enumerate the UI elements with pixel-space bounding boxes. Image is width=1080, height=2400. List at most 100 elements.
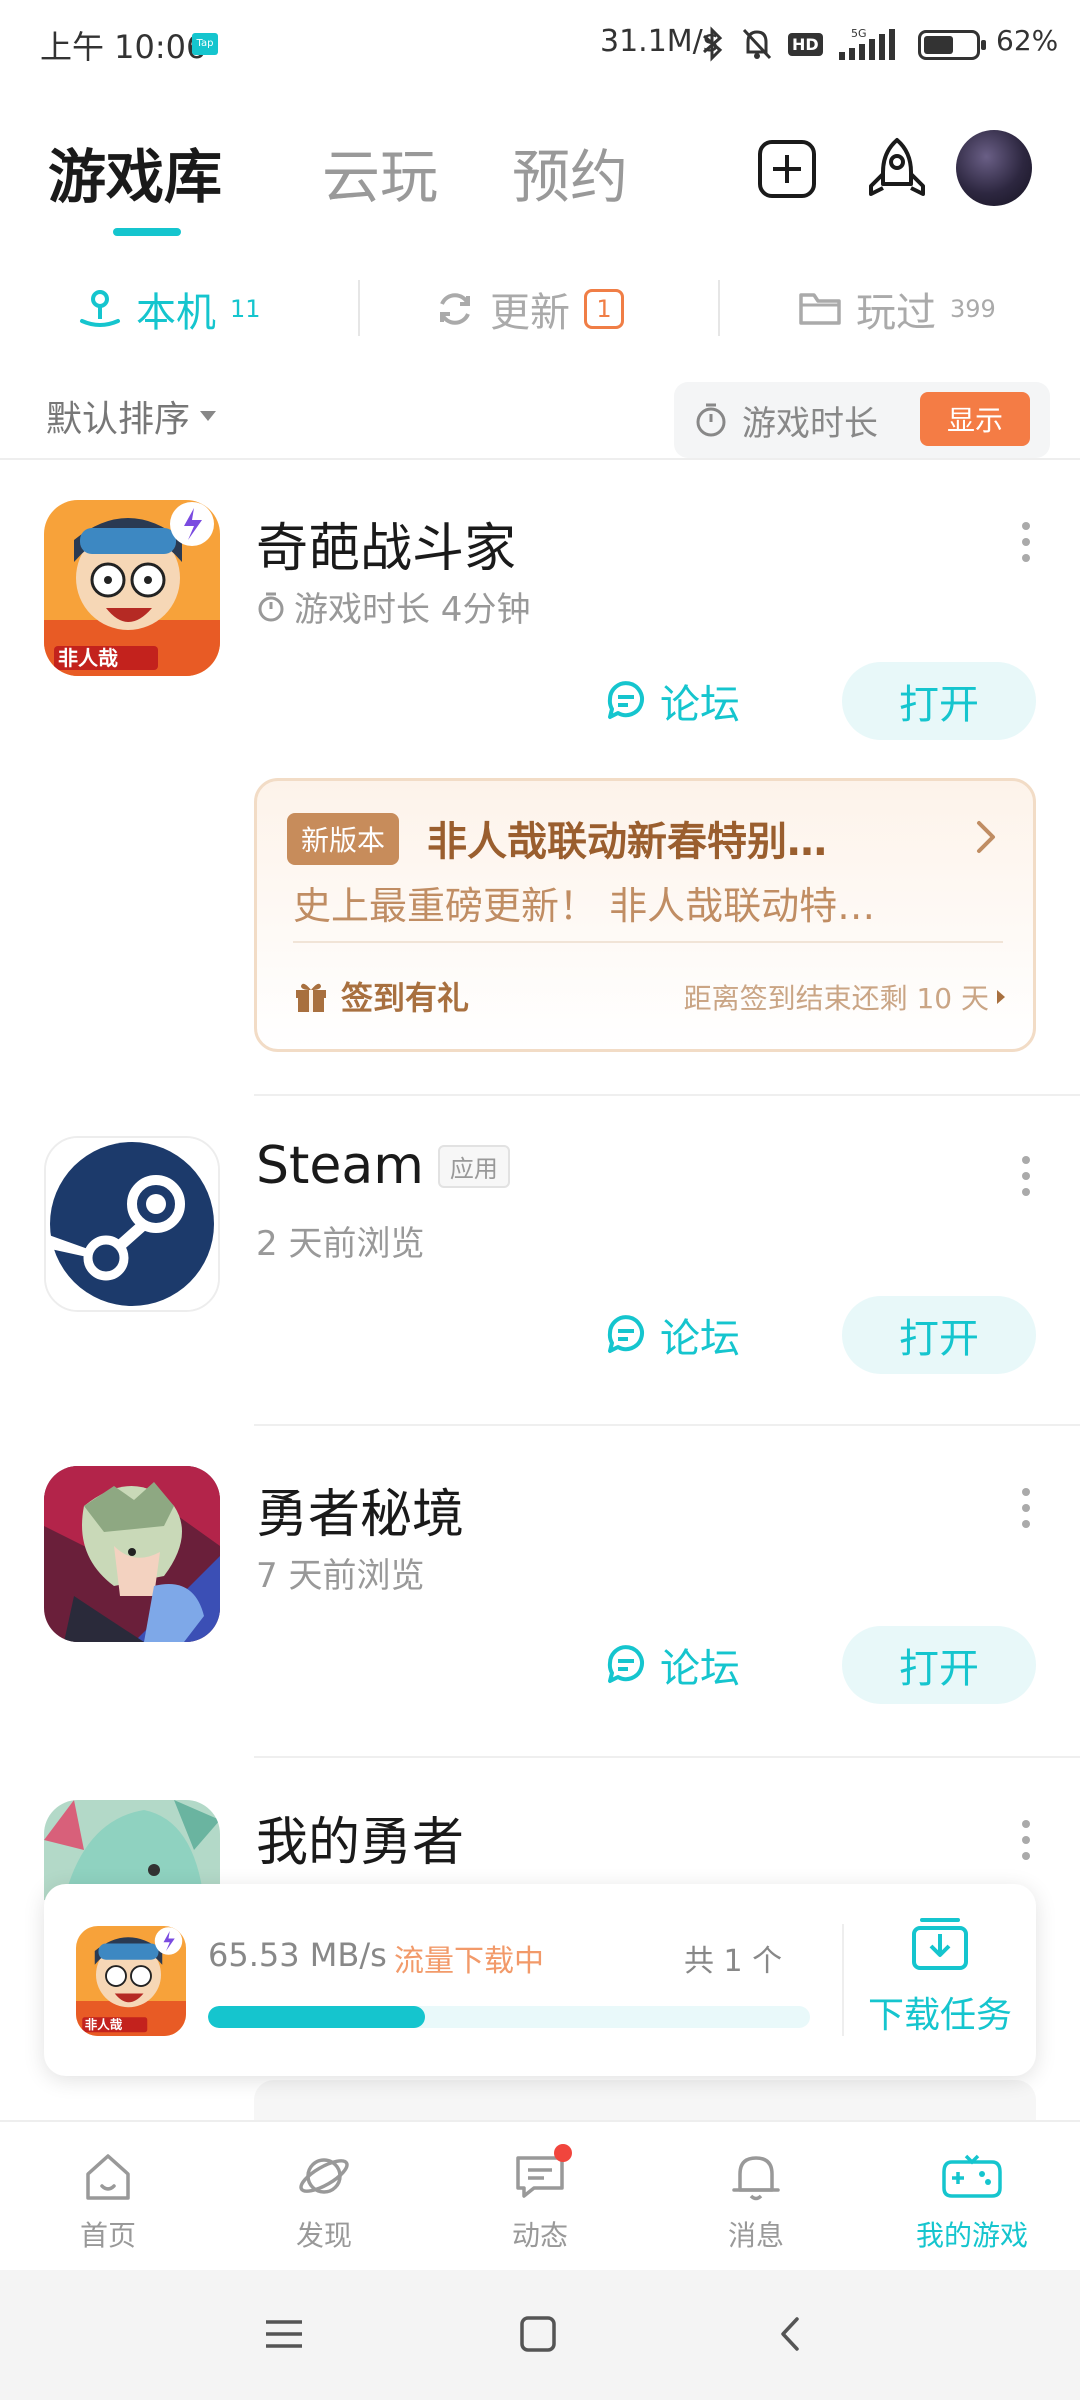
sub-tabs: 本机 11 更新 1 玩过 399 xyxy=(0,270,1080,350)
game-cover-image: 非人哉 xyxy=(76,1926,186,2036)
svg-text:非人哉: 非人哉 xyxy=(85,2017,123,2032)
game-cover-image xyxy=(44,1466,220,1642)
tab-cloud-play[interactable]: 云玩 xyxy=(322,130,438,214)
game-icon[interactable]: 非人哉 xyxy=(44,500,220,676)
local-icon xyxy=(80,290,120,327)
nav-my-games[interactable]: 我的游戏 xyxy=(872,2148,1072,2254)
promo-card[interactable]: 新版本 非人哉联动新春特别… 史上最重磅更新！ 非人哉联动特… 签到有礼 距离签… xyxy=(254,778,1036,1052)
game-title[interactable]: Steam 应用 xyxy=(256,1136,510,1196)
top-tabs: 游戏库 云玩 预约 xyxy=(0,120,1080,250)
accelerate-button[interactable] xyxy=(864,136,930,202)
battery-percent: 62% xyxy=(996,24,1059,57)
add-icon xyxy=(758,140,816,198)
forum-icon xyxy=(607,681,644,719)
divider xyxy=(358,280,360,336)
show-playtime-button[interactable]: 显示 xyxy=(920,392,1030,446)
nav-messages[interactable]: 消息 xyxy=(656,2148,856,2254)
system-navigation xyxy=(0,2270,1080,2400)
game-icon[interactable] xyxy=(44,1136,220,1312)
download-bar[interactable]: 非人哉 65.53 MB/s 流量下载中 共 1 个 下载任务 xyxy=(44,1884,1036,2076)
divider xyxy=(718,280,720,336)
hd-icon: HD xyxy=(788,32,823,56)
forum-button[interactable]: 论坛 xyxy=(604,1626,740,1704)
last-viewed-text: 7 天前浏览 xyxy=(256,1556,425,1596)
battery-icon xyxy=(918,30,986,60)
divider xyxy=(254,1756,1080,1758)
game-subtitle: 2 天前浏览 xyxy=(256,1216,424,1265)
subtab-played-count: 399 xyxy=(950,295,996,323)
download-status: 流量下载中 xyxy=(394,1944,544,1979)
tap-notification-icon: Tap xyxy=(192,33,218,55)
square-home-icon xyxy=(520,2316,556,2352)
game-title-text: Steam xyxy=(256,1136,424,1196)
forum-label: 论坛 xyxy=(660,682,740,728)
divider xyxy=(254,1424,1080,1426)
rocket-icon xyxy=(869,138,925,196)
download-progress-fill xyxy=(208,2006,425,2028)
gamepad-icon xyxy=(942,2154,1002,2198)
game-title[interactable]: 勇者秘境 xyxy=(256,1472,464,1547)
nav-home[interactable]: 首页 xyxy=(8,2148,208,2254)
more-menu-icon[interactable] xyxy=(1016,1156,1036,1196)
open-button[interactable]: 打开 xyxy=(842,662,1036,740)
open-button[interactable]: 打开 xyxy=(842,1626,1036,1704)
sort-label: 默认排序 xyxy=(46,399,191,440)
nav-feed[interactable]: 动态 xyxy=(440,2144,640,2254)
subtab-played-label: 玩过 xyxy=(856,290,936,336)
nav-discover[interactable]: 发现 xyxy=(224,2148,424,2254)
refresh-icon xyxy=(440,293,470,325)
game-title-text: 我的勇者 xyxy=(256,1813,465,1873)
status-bar: 上午 10:06 Tap 31.1M/s HD 5G 62% xyxy=(0,0,1080,90)
game-title[interactable]: 我的勇者 xyxy=(256,1800,464,1875)
timer-icon xyxy=(696,403,726,437)
divider xyxy=(254,1094,1080,1096)
add-button[interactable] xyxy=(754,136,820,202)
open-button[interactable]: 打开 xyxy=(842,1296,1036,1374)
back-button[interactable] xyxy=(760,2304,820,2364)
status-icons: HD 5G xyxy=(700,24,899,64)
bluetooth-icon xyxy=(703,26,723,62)
update-count-badge: 1 xyxy=(584,289,624,329)
promo-description: 史上最重磅更新！ 非人哉联动特… xyxy=(293,884,876,928)
forum-label: 论坛 xyxy=(660,1316,740,1362)
downloading-game-icon: 非人哉 xyxy=(76,1926,186,2036)
playtime-toggle: 游戏时长 显示 xyxy=(674,382,1050,458)
forum-icon xyxy=(607,1645,644,1683)
bottom-navigation: 首页 发现 动态 消息 我的游戏 xyxy=(0,2120,1080,2270)
game-icon[interactable] xyxy=(44,1466,220,1642)
tab-reservation[interactable]: 预约 xyxy=(512,130,628,214)
more-menu-icon[interactable] xyxy=(1016,1820,1036,1860)
nav-feed-label: 动态 xyxy=(511,2219,568,2252)
subtab-played[interactable]: 玩过 399 xyxy=(798,280,996,338)
promo-card-partial xyxy=(254,2080,1036,2120)
download-total: 共 1 个 xyxy=(684,1944,783,1979)
download-tasks-button[interactable]: 下载任务 xyxy=(850,1914,1030,2038)
game-title-text: 奇葩战斗家 xyxy=(256,519,517,579)
svg-text:5G: 5G xyxy=(851,27,867,40)
svg-text:非人哉: 非人哉 xyxy=(58,646,118,670)
avatar[interactable] xyxy=(956,130,1032,206)
game-title[interactable]: 奇葩战斗家 xyxy=(256,506,516,581)
game-title-text: 勇者秘境 xyxy=(256,1485,465,1545)
sort-dropdown[interactable]: 默认排序 xyxy=(46,390,217,442)
checkin-remaining[interactable]: 距离签到结束还剩 10 天 xyxy=(684,977,1005,1017)
more-menu-icon[interactable] xyxy=(1016,1488,1036,1528)
playtime-label: 游戏时长 xyxy=(742,403,878,444)
sort-bar: 默认排序 游戏时长 显示 xyxy=(0,376,1080,458)
subtab-update[interactable]: 更新 1 xyxy=(434,280,624,338)
checkin-link[interactable]: 签到有礼 xyxy=(293,973,469,1019)
home-button[interactable] xyxy=(508,2304,568,2364)
subtab-local[interactable]: 本机 11 xyxy=(78,280,261,338)
more-menu-icon[interactable] xyxy=(1016,522,1036,562)
menu-button[interactable] xyxy=(254,2304,314,2364)
download-speed: 65.53 MB/s xyxy=(208,1936,387,1974)
forum-label: 论坛 xyxy=(660,1646,740,1692)
forum-button[interactable]: 论坛 xyxy=(604,1296,740,1374)
app-tag: 应用 xyxy=(437,1144,510,1188)
back-icon xyxy=(781,2317,799,2351)
tab-game-library[interactable]: 游戏库 xyxy=(48,130,222,214)
status-time: 上午 10:06 xyxy=(40,28,207,66)
nav-messages-label: 消息 xyxy=(727,2219,784,2252)
forum-button[interactable]: 论坛 xyxy=(604,662,740,740)
nav-discover-label: 发现 xyxy=(295,2219,352,2252)
